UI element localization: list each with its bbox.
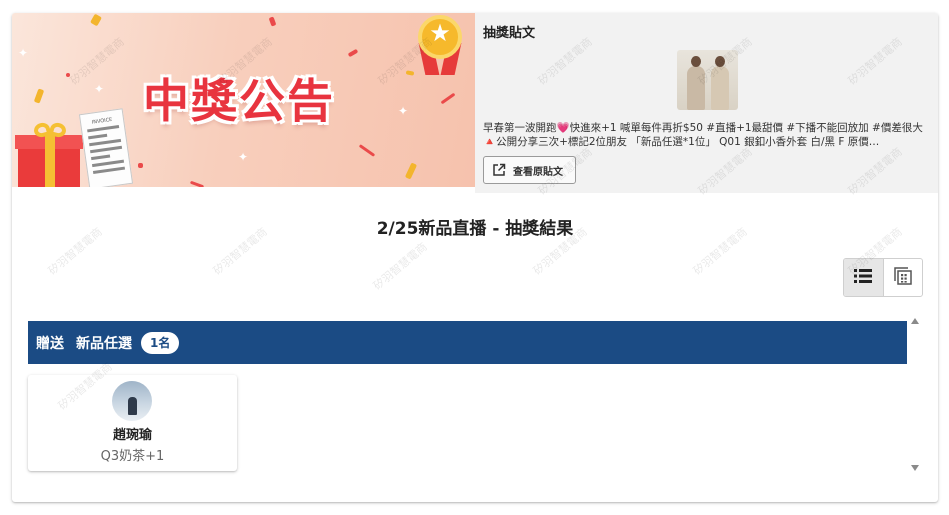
sparkle-icon: ✦ <box>18 46 29 60</box>
view-original-post-label: 查看原貼文 <box>513 166 563 178</box>
winner-count-badge: 1名 <box>141 331 180 354</box>
confetti <box>138 163 143 168</box>
view-original-post-button[interactable]: 查看原貼文 <box>483 156 576 184</box>
confetti <box>268 16 277 27</box>
winner-card: 趙琬瑜 Q3奶茶+1 <box>28 375 237 471</box>
scroll-up-arrow-icon[interactable] <box>911 318 919 324</box>
banner-title: 中獎公告 <box>143 74 335 128</box>
medal-icon: ★ <box>416 15 464 77</box>
post-heading: 抽獎貼文 <box>483 26 536 41</box>
list-icon <box>854 268 873 287</box>
gift-label: 贈送 <box>36 335 64 352</box>
grid-icon <box>894 266 912 289</box>
sparkle-icon: ✦ <box>398 104 409 118</box>
gift-box-icon <box>15 121 84 187</box>
prize-header-bar: 贈送 新品任選 1名 <box>28 321 907 364</box>
receipt-icon: INVOICE <box>78 108 134 187</box>
winner-announcement-banner: ✦ ✦ ✦ ✦ 中獎公告 INVOICE ★ <box>12 13 475 187</box>
external-link-icon <box>492 163 506 177</box>
post-text: 早春第一波開跑💗快進來+1 喊單每件再折$50 #直播+1最甜價 #下播不能回放… <box>483 122 923 148</box>
list-view-button[interactable] <box>844 259 883 296</box>
view-toggle <box>843 258 923 297</box>
confetti <box>66 73 70 77</box>
lottery-result-card: ✦ ✦ ✦ ✦ 中獎公告 INVOICE ★ 抽獎貼文 早春第一波開跑💗快進來+… <box>12 13 938 502</box>
confetti <box>189 180 205 187</box>
confetti <box>405 70 415 76</box>
post-thumbnail <box>677 50 738 110</box>
scrollbar[interactable] <box>909 315 921 475</box>
confetti <box>33 88 45 104</box>
sparkle-icon: ✦ <box>238 150 249 164</box>
scroll-down-arrow-icon[interactable] <box>911 465 919 471</box>
confetti <box>347 48 359 58</box>
winner-item: Q3奶茶+1 <box>100 449 165 464</box>
lottery-post-panel: 抽獎貼文 早春第一波開跑💗快進來+1 喊單每件再折$50 #直播+1最甜價 #下… <box>475 13 938 193</box>
confetti <box>440 92 456 105</box>
confetti <box>90 13 102 27</box>
prize-name: 新品任選 <box>76 335 132 352</box>
watermark: 矽羽智慧電商 <box>370 240 430 293</box>
result-title: 2/25新品直播 - 抽獎結果 <box>376 219 574 239</box>
avatar <box>112 381 152 421</box>
confetti <box>404 162 418 180</box>
sparkle-icon: ✦ <box>94 82 105 96</box>
winner-name: 趙琬瑜 <box>112 428 152 443</box>
grid-view-button[interactable] <box>882 259 922 296</box>
confetti <box>358 144 376 157</box>
